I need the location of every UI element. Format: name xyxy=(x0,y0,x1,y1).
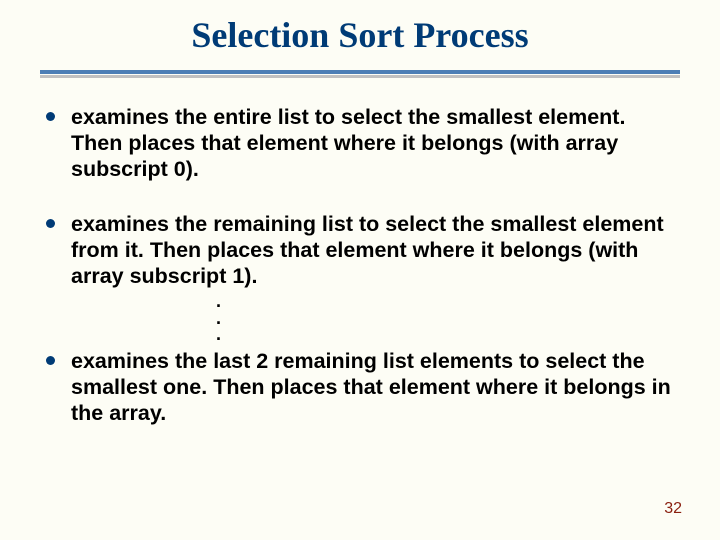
title-underline xyxy=(40,70,680,78)
bullet-text: examines the entire list to select the s… xyxy=(71,104,674,183)
slide-title: Selection Sort Process xyxy=(191,14,528,56)
bullet-item: examines the last 2 remaining list eleme… xyxy=(46,348,674,427)
bullet-text: examines the remaining list to select th… xyxy=(71,211,674,290)
bullet-item: examines the entire list to select the s… xyxy=(46,104,674,183)
bullet-item: examines the remaining list to select th… xyxy=(46,211,674,290)
page-number: 32 xyxy=(664,500,682,518)
slide-body: examines the entire list to select the s… xyxy=(0,78,720,427)
bullet-icon xyxy=(46,356,55,365)
bullet-text: examines the last 2 remaining list eleme… xyxy=(71,348,674,427)
vertical-ellipsis: ... xyxy=(216,293,674,342)
bullet-icon xyxy=(46,219,55,228)
bullet-icon xyxy=(46,112,55,121)
